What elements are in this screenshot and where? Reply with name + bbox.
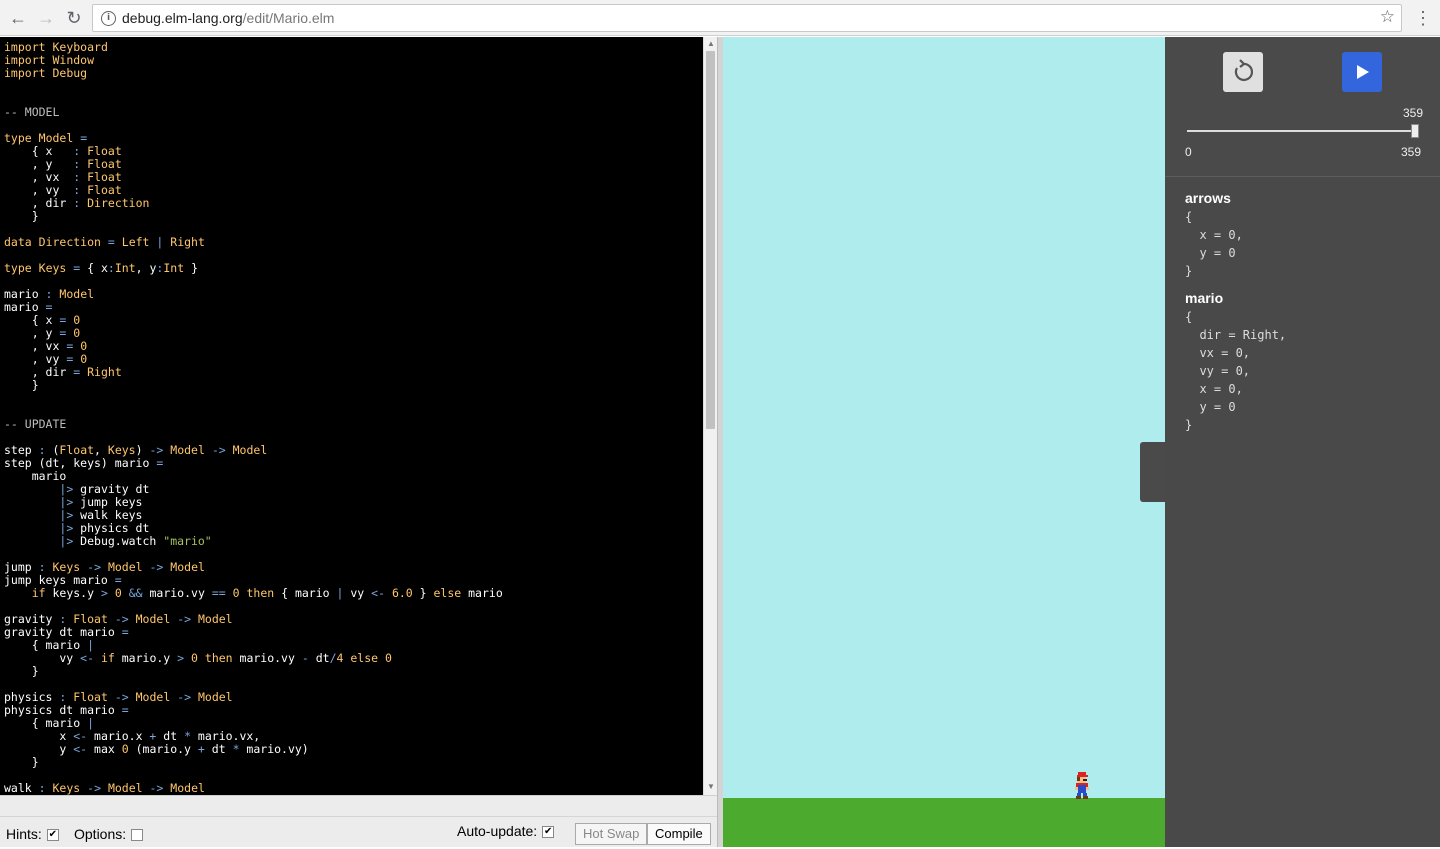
watch-list: arrows { x = 0, y = 0 } mario { dir = Right… <box>1185 190 1286 444</box>
options-checkbox[interactable] <box>131 829 144 842</box>
compile-button[interactable]: Compile <box>647 823 711 845</box>
restart-button[interactable] <box>1223 52 1263 92</box>
ground <box>723 798 1165 847</box>
timeline-slider-handle[interactable] <box>1411 124 1419 138</box>
url-path: /edit/Mario.elm <box>242 10 335 26</box>
options-label: Options: <box>74 826 127 842</box>
hints-label: Hints: <box>6 826 42 842</box>
reload-icon[interactable]: ↻ <box>63 7 85 29</box>
restart-icon <box>1234 59 1254 81</box>
bookmark-star-icon[interactable]: ☆ <box>1380 7 1395 27</box>
debugger-controls: 359 0 359 <box>1165 37 1440 177</box>
hints-option: Hints: ✔ <box>6 826 59 842</box>
game-canvas[interactable] <box>723 37 1165 847</box>
play-button[interactable] <box>1342 52 1382 92</box>
current-step-label: 359 <box>1403 106 1424 120</box>
browser-menu-icon[interactable]: ⋮ <box>1414 8 1432 28</box>
scroll-down-icon[interactable]: ▼ <box>707 782 715 791</box>
code-editor[interactable]: import Keyboard import Window import Deb… <box>0 37 703 795</box>
watch-value: { x = 0, y = 0 } <box>1185 210 1243 278</box>
back-icon[interactable]: ← <box>7 7 29 29</box>
forward-icon[interactable]: → <box>35 7 57 29</box>
debugger-panel: 359 0 359 arrows { x = 0, y = 0 } mario { d… <box>1165 37 1440 847</box>
watch-name: arrows <box>1185 190 1231 206</box>
scroll-up-icon[interactable]: ▲ <box>707 39 715 48</box>
hot-swap-button[interactable]: Hot Swap <box>575 823 648 845</box>
code-text[interactable]: import Keyboard import Window import Deb… <box>0 37 703 795</box>
editor-bottom-bar: Hints: ✔ Options: Auto-update: ✔ Hot Swap … <box>0 795 717 847</box>
url-text[interactable]: debug.elm-lang.org/edit/Mario.elm <box>122 10 334 26</box>
browser-toolbar: ← → ↻ i debug.elm-lang.org/edit/Mario.el… <box>0 0 1440 36</box>
timeline-slider-track[interactable] <box>1187 130 1416 132</box>
autoupdate-checkbox[interactable]: ✔ <box>542 826 555 839</box>
watch-name: mario <box>1185 290 1224 306</box>
autoupdate-label: Auto-update: <box>457 823 538 839</box>
autoupdate-option: Auto-update: ✔ <box>457 823 555 839</box>
max-step-label: 359 <box>1401 145 1422 159</box>
hints-checkbox[interactable]: ✔ <box>46 829 59 842</box>
editor-scrollbar[interactable]: ▲ ▼ <box>703 37 717 795</box>
mario-sprite <box>1075 772 1089 799</box>
min-step-label: 0 <box>1185 145 1192 159</box>
watch-value: { dir = Right, vx = 0, vy = 0, x = 0, y … <box>1185 310 1287 432</box>
debugger-collapse-tab[interactable] <box>1140 442 1165 502</box>
options-option: Options: <box>74 826 144 842</box>
info-icon[interactable]: i <box>101 11 116 26</box>
address-bar[interactable]: i debug.elm-lang.org/edit/Mario.elm ☆ <box>92 4 1402 32</box>
editor-controls: Hints: ✔ Options: Auto-update: ✔ Hot Swap … <box>0 816 717 849</box>
play-icon <box>1357 65 1369 79</box>
url-host: debug.elm-lang.org <box>122 10 243 26</box>
scroll-thumb[interactable] <box>706 51 715 429</box>
